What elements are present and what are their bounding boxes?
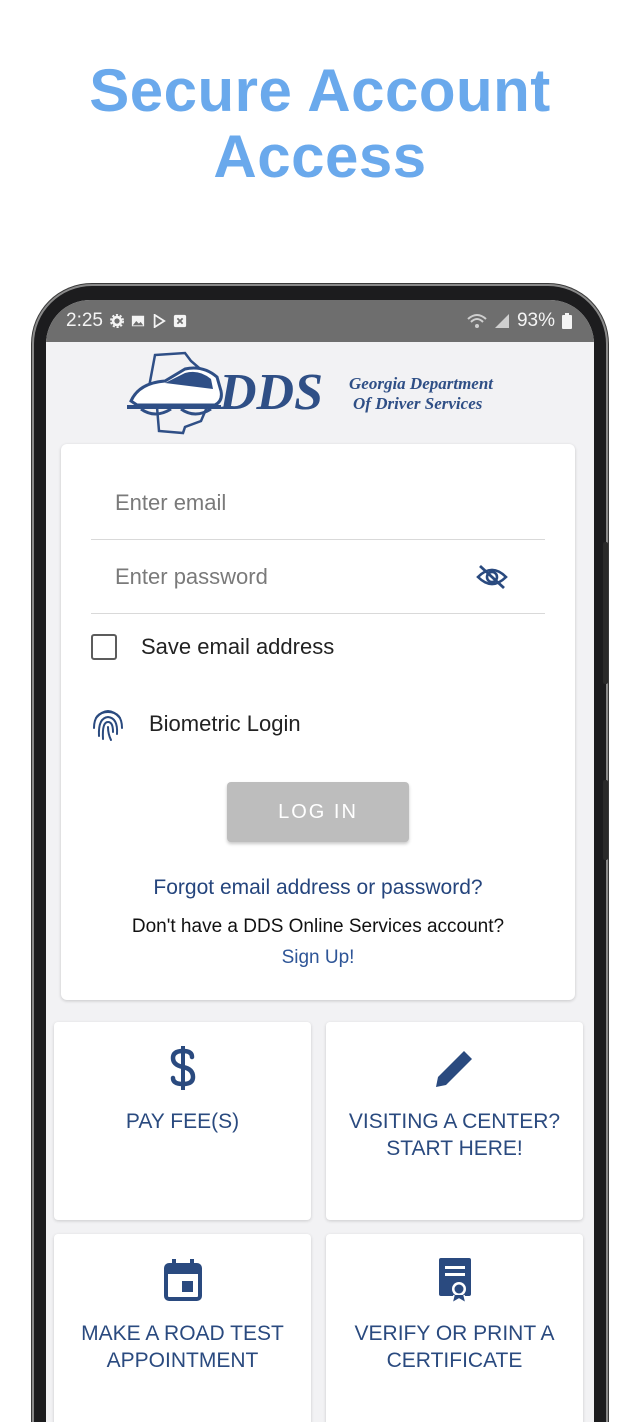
dollar-icon xyxy=(170,1046,195,1090)
email-input[interactable] xyxy=(115,489,475,516)
georgia-car-logo-icon: DDS Georgia Department Of Driver Service… xyxy=(127,351,494,435)
status-bar: 2:25 93% xyxy=(46,300,594,342)
tile-road-test-label: MAKE A ROAD TEST APPOINTMENT xyxy=(81,1322,284,1372)
login-card: Save email address Biometric Login LOG I… xyxy=(61,444,575,1000)
fingerprint-icon[interactable] xyxy=(91,706,125,742)
login-button[interactable]: LOG IN xyxy=(227,782,409,842)
status-time: 2:25 xyxy=(66,310,103,331)
no-account-text: Don't have a DDS Online Services account… xyxy=(131,916,505,937)
promo-headline-line2: Access xyxy=(213,123,427,190)
logo-dds-text: DDS xyxy=(218,364,323,421)
logo-line2: Of Driver Services xyxy=(353,394,483,413)
wifi-icon xyxy=(467,314,487,328)
tile-visiting-center-label: VISITING A CENTER? START HERE! xyxy=(348,1110,561,1160)
promo-headline-line1: Secure Account xyxy=(89,57,551,124)
tile-visiting-center[interactable]: VISITING A CENTER? START HERE! xyxy=(326,1022,583,1220)
battery-icon xyxy=(562,313,572,329)
tile-certificate-label: VERIFY OR PRINT A CERTIFICATE xyxy=(354,1322,555,1372)
settings-icon xyxy=(109,314,124,328)
dds-logo: DDS Georgia Department Of Driver Service… xyxy=(46,342,594,442)
save-email-row[interactable]: Save email address xyxy=(91,634,334,660)
certificate-icon xyxy=(438,1258,471,1303)
biometric-login-row[interactable]: Biometric Login xyxy=(91,706,301,742)
phone-volume-button xyxy=(603,542,608,684)
visibility-off-icon[interactable] xyxy=(475,564,509,590)
password-input[interactable] xyxy=(115,563,475,590)
battery-percent: 93% xyxy=(516,310,555,331)
password-field[interactable] xyxy=(91,540,545,614)
promo-headline: Secure Account Access xyxy=(0,58,640,190)
calendar-icon xyxy=(163,1259,202,1301)
save-email-label: Save email address xyxy=(141,634,335,659)
signup-link[interactable]: Sign Up! xyxy=(61,947,575,969)
email-field[interactable] xyxy=(91,466,545,540)
play-store-icon xyxy=(153,314,166,328)
save-email-checkbox[interactable] xyxy=(91,634,117,660)
notification-icon xyxy=(173,314,187,328)
phone-screen: 2:25 93% DDS Georgia Department Of Drive… xyxy=(46,300,594,1422)
pencil-icon xyxy=(435,1047,476,1087)
tile-road-test[interactable]: MAKE A ROAD TEST APPOINTMENT xyxy=(54,1234,311,1422)
signal-icon xyxy=(494,314,509,328)
tile-pay-fees-label: PAY FEE(S) xyxy=(125,1110,240,1133)
logo-line1: Georgia Department xyxy=(349,374,494,393)
forgot-credentials-link[interactable]: Forgot email address or password? xyxy=(61,876,575,900)
image-icon xyxy=(131,315,145,327)
phone-power-button xyxy=(603,780,608,860)
tile-pay-fees[interactable]: PAY FEE(S) xyxy=(54,1022,311,1220)
biometric-login-label: Biometric Login xyxy=(149,711,301,736)
tile-certificate[interactable]: VERIFY OR PRINT A CERTIFICATE xyxy=(326,1234,583,1422)
